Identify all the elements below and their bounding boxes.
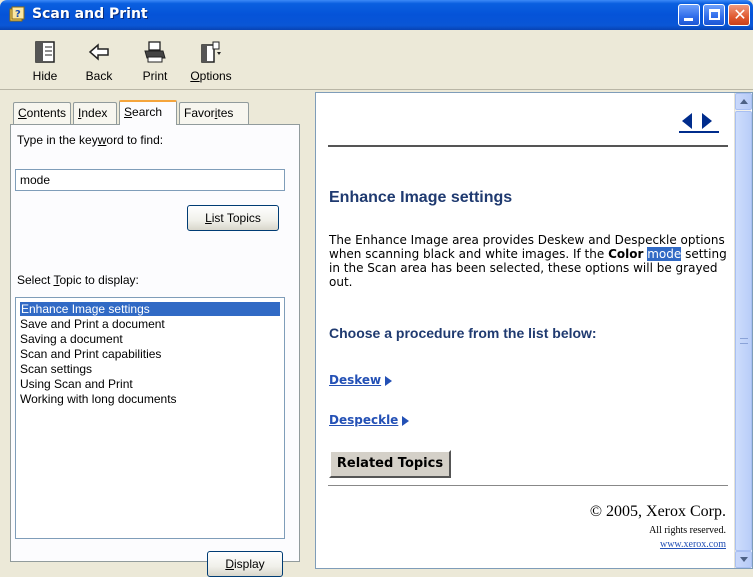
- scroll-thumb[interactable]: [735, 111, 752, 551]
- footer-divider: [328, 485, 728, 486]
- rights-text: All rights reserved.: [649, 525, 726, 536]
- back-label: Back: [85, 69, 113, 83]
- nav-underline: [679, 131, 719, 133]
- topic-list[interactable]: Enhance Image settings Save and Print a …: [15, 297, 285, 539]
- print-button[interactable]: Print: [130, 36, 180, 86]
- options-icon: [201, 41, 221, 63]
- search-highlight: mode: [647, 247, 682, 261]
- list-item[interactable]: Save and Print a document: [20, 317, 165, 331]
- toolbar: Hide Back Print Options: [0, 30, 753, 90]
- tab-contents[interactable]: Contents: [13, 102, 71, 124]
- deskew-link[interactable]: Deskew: [329, 373, 393, 387]
- list-item[interactable]: Using Scan and Print: [20, 377, 133, 391]
- options-button[interactable]: Options: [186, 36, 236, 86]
- header-divider: [328, 145, 728, 147]
- help-window: ? Scan and Print ✕ Hide Back Print Optio…: [0, 0, 753, 577]
- arrow-right-icon: [385, 375, 393, 386]
- print-label: Print: [142, 69, 168, 83]
- topic-description: The Enhance Image area provides Deskew a…: [329, 233, 727, 289]
- list-item[interactable]: Working with long documents: [20, 392, 177, 406]
- list-item[interactable]: Enhance Image settings: [19, 301, 281, 317]
- grip-icon: [740, 338, 748, 344]
- copyright-text: © 2005, Xerox Corp.: [589, 503, 726, 520]
- next-topic-icon[interactable]: [702, 113, 712, 129]
- pane-splitter[interactable]: [307, 92, 315, 569]
- options-label: Options: [190, 69, 232, 83]
- hide-label: Hide: [32, 69, 58, 83]
- maximize-button[interactable]: [703, 4, 725, 26]
- topic-heading: Enhance Image settings: [329, 189, 513, 206]
- minimize-icon: [684, 18, 693, 21]
- list-topics-button[interactable]: List Topics: [187, 205, 279, 231]
- despeckle-link[interactable]: Despeckle: [329, 413, 410, 427]
- close-icon: ✕: [733, 5, 747, 24]
- scroll-up-button[interactable]: [735, 93, 752, 110]
- search-panel: Type in the keyword to find: mode List T…: [10, 124, 300, 577]
- topic-content-pane: Enhance Image settings The Enhance Image…: [315, 92, 753, 569]
- keyword-input[interactable]: mode: [15, 169, 285, 191]
- navigation-pane: Contents Index Search Favorites Type in …: [5, 92, 307, 577]
- back-button[interactable]: Back: [74, 36, 124, 86]
- arrow-right-icon: [402, 415, 410, 426]
- list-item[interactable]: Scan settings: [20, 362, 92, 376]
- vertical-scrollbar[interactable]: [734, 93, 752, 568]
- procedure-heading: Choose a procedure from the list below:: [329, 325, 597, 341]
- list-item[interactable]: Saving a document: [20, 332, 123, 346]
- scroll-down-button[interactable]: [735, 551, 752, 568]
- tab-favorites[interactable]: Favorites: [179, 102, 249, 124]
- printer-icon: [144, 41, 166, 63]
- select-topic-label: Select Topic to display:: [17, 273, 139, 287]
- tab-search[interactable]: Search: [119, 100, 177, 125]
- previous-topic-icon[interactable]: [682, 113, 692, 129]
- tab-index[interactable]: Index: [73, 102, 117, 124]
- related-topics-button[interactable]: Related Topics: [329, 450, 451, 478]
- minimize-button[interactable]: [678, 4, 700, 26]
- list-item[interactable]: Scan and Print capabilities: [20, 347, 161, 361]
- close-button[interactable]: ✕: [728, 4, 750, 26]
- help-book-icon: ?: [9, 6, 25, 22]
- chevron-up-icon: [740, 99, 748, 104]
- title-bar[interactable]: ? Scan and Print ✕: [0, 0, 753, 30]
- hide-icon: [35, 41, 55, 63]
- maximize-icon: [709, 9, 720, 20]
- chevron-down-icon: [740, 557, 748, 562]
- display-button[interactable]: Display: [207, 551, 283, 577]
- xerox-website-link[interactable]: www.xerox.com: [660, 539, 726, 550]
- svg-text:?: ?: [15, 9, 21, 20]
- back-arrow-icon: [88, 43, 109, 61]
- keyword-label: Type in the keyword to find:: [17, 133, 164, 147]
- window-title: Scan and Print: [32, 6, 148, 22]
- topic-nav: [678, 109, 718, 133]
- hide-button[interactable]: Hide: [20, 36, 70, 86]
